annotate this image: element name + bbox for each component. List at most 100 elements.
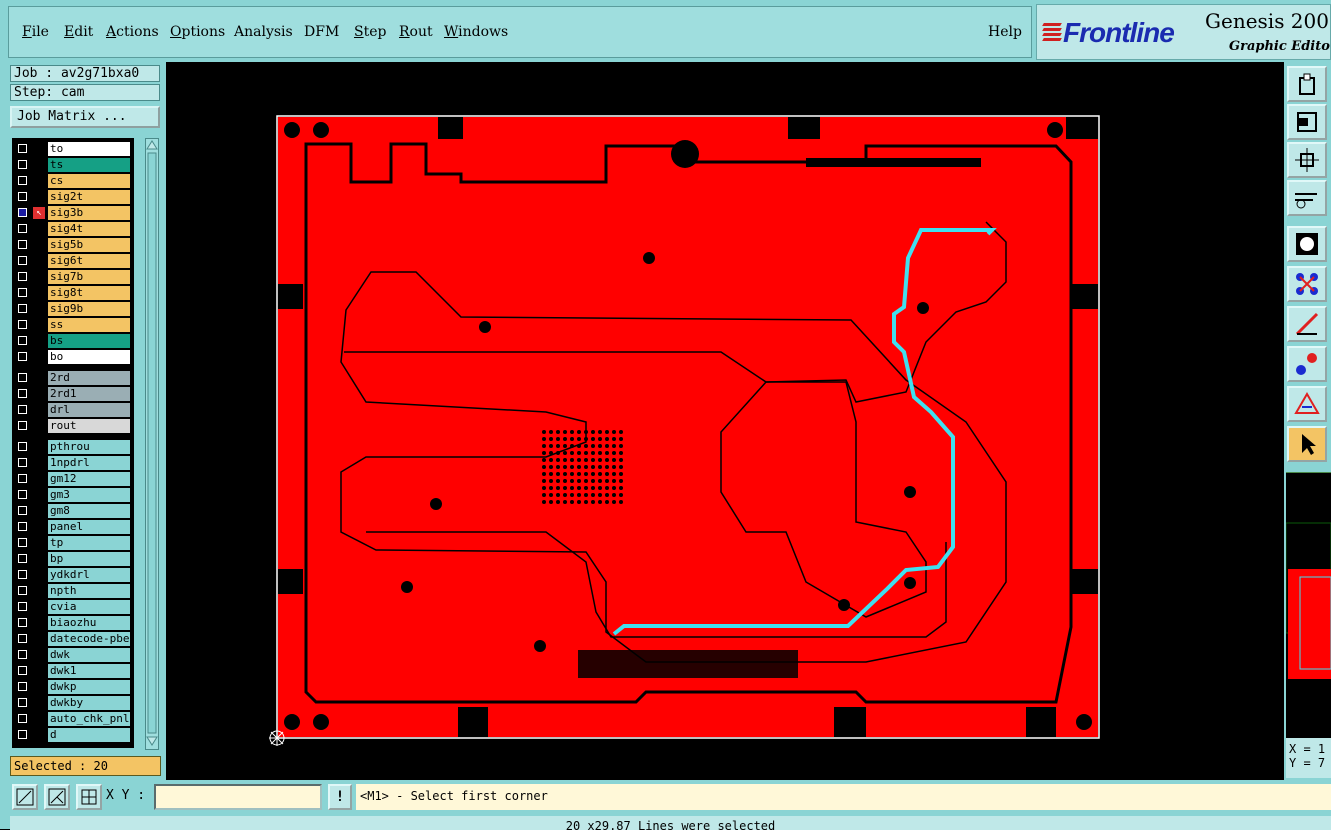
layer-checkbox[interactable] bbox=[18, 586, 27, 595]
layer-name[interactable]: sig3b bbox=[48, 206, 130, 220]
layer-name[interactable]: panel bbox=[48, 520, 130, 534]
layer-row[interactable]: ydkdrl bbox=[12, 568, 134, 583]
layer-checkbox[interactable] bbox=[18, 288, 27, 297]
menu-dfm[interactable]: DFM bbox=[304, 24, 339, 40]
layer-row[interactable]: bp bbox=[12, 552, 134, 567]
layer-row[interactable]: tp bbox=[12, 536, 134, 551]
layer-checkbox[interactable] bbox=[18, 256, 27, 265]
layer-row[interactable]: rout bbox=[12, 419, 134, 434]
layer-name[interactable]: auto_chk_pnl bbox=[48, 712, 130, 726]
layer-row[interactable]: biaozhu bbox=[12, 616, 134, 631]
layer-name[interactable]: 2rd bbox=[48, 371, 130, 385]
tool-grid-icon[interactable] bbox=[76, 784, 102, 810]
menu-step[interactable]: Step bbox=[354, 24, 386, 40]
layer-checkbox[interactable] bbox=[18, 730, 27, 739]
layer-row[interactable]: sig7b bbox=[12, 270, 134, 285]
layer-checkbox[interactable] bbox=[18, 714, 27, 723]
layer-name[interactable]: sig8t bbox=[48, 286, 130, 300]
tool-fit-icon[interactable] bbox=[1287, 142, 1327, 178]
layer-name[interactable]: dwk bbox=[48, 648, 130, 662]
layer-name[interactable]: sig2t bbox=[48, 190, 130, 204]
layer-checkbox[interactable] bbox=[18, 506, 27, 515]
layer-checkbox[interactable] bbox=[18, 373, 27, 382]
layer-name[interactable]: ydkdrl bbox=[48, 568, 130, 582]
layer-checkbox[interactable] bbox=[18, 570, 27, 579]
layer-row[interactable]: sig2t bbox=[12, 190, 134, 205]
layer-checkbox[interactable] bbox=[18, 490, 27, 499]
layer-list-scrollbar[interactable] bbox=[145, 138, 159, 750]
layer-row[interactable]: sig8t bbox=[12, 286, 134, 301]
layer-name[interactable]: cs bbox=[48, 174, 130, 188]
tool-triangle-icon[interactable] bbox=[1287, 386, 1327, 422]
layer-row[interactable]: cs bbox=[12, 174, 134, 189]
tool-paste-icon[interactable] bbox=[1287, 66, 1327, 102]
tool-select-pointer-icon[interactable] bbox=[1287, 426, 1327, 462]
minimap[interactable] bbox=[1285, 472, 1331, 738]
layer-row[interactable]: bs bbox=[12, 334, 134, 349]
layer-name[interactable]: dwkby bbox=[48, 696, 130, 710]
layer-name[interactable]: rout bbox=[48, 419, 130, 433]
menu-file[interactable]: File bbox=[22, 24, 49, 40]
layer-checkbox[interactable] bbox=[18, 192, 27, 201]
layer-name[interactable]: cvia bbox=[48, 600, 130, 614]
layer-row[interactable]: to bbox=[12, 142, 134, 157]
layer-name[interactable]: gm12 bbox=[48, 472, 130, 486]
layer-row[interactable]: gm8 bbox=[12, 504, 134, 519]
layer-row[interactable]: sig6t bbox=[12, 254, 134, 269]
layer-row[interactable]: dwkp bbox=[12, 680, 134, 695]
xy-input[interactable] bbox=[154, 784, 322, 810]
layer-checkbox[interactable] bbox=[18, 144, 27, 153]
layer-row[interactable]: cvia bbox=[12, 600, 134, 615]
layer-name[interactable]: gm8 bbox=[48, 504, 130, 518]
layer-name[interactable]: drl bbox=[48, 403, 130, 417]
layer-checkbox[interactable] bbox=[18, 389, 27, 398]
layer-checkbox[interactable] bbox=[18, 618, 27, 627]
menu-windows[interactable]: Windows bbox=[444, 24, 508, 40]
layer-name[interactable]: datecode-pbe bbox=[48, 632, 130, 646]
layer-checkbox[interactable] bbox=[18, 442, 27, 451]
layer-name[interactable]: sig7b bbox=[48, 270, 130, 284]
layer-name[interactable]: tp bbox=[48, 536, 130, 550]
layer-name[interactable]: npth bbox=[48, 584, 130, 598]
tool-measure-icon[interactable] bbox=[1287, 180, 1327, 216]
tool-net-icon[interactable] bbox=[1287, 266, 1327, 302]
layer-row[interactable]: sig4t bbox=[12, 222, 134, 237]
layer-name[interactable]: to bbox=[48, 142, 130, 156]
layer-checkbox[interactable] bbox=[18, 272, 27, 281]
layer-name[interactable]: ts bbox=[48, 158, 130, 172]
layer-name[interactable]: bo bbox=[48, 350, 130, 364]
layer-name[interactable]: 1npdrl bbox=[48, 456, 130, 470]
layer-name[interactable]: bs bbox=[48, 334, 130, 348]
layer-row[interactable]: ts bbox=[12, 158, 134, 173]
tool-line-icon[interactable] bbox=[1287, 306, 1327, 342]
tool-zoom-out-icon[interactable] bbox=[44, 784, 70, 810]
menu-analysis[interactable]: Analysis bbox=[234, 24, 293, 40]
layer-name[interactable]: sig9b bbox=[48, 302, 130, 316]
layer-row[interactable]: 1npdrl bbox=[12, 456, 134, 471]
layer-checkbox[interactable] bbox=[18, 208, 27, 217]
layer-name[interactable]: dwk1 bbox=[48, 664, 130, 678]
layer-name[interactable]: sig6t bbox=[48, 254, 130, 268]
layer-checkbox[interactable] bbox=[18, 176, 27, 185]
layer-row[interactable]: auto_chk_pnl bbox=[12, 712, 134, 727]
layer-checkbox[interactable] bbox=[18, 602, 27, 611]
layer-row[interactable]: panel bbox=[12, 520, 134, 535]
exclamation-button[interactable]: ! bbox=[328, 784, 352, 810]
layer-row[interactable]: sig5b bbox=[12, 238, 134, 253]
tool-zoom-home-icon[interactable] bbox=[1287, 104, 1327, 140]
tool-snap-icon[interactable] bbox=[1287, 226, 1327, 262]
layer-row[interactable]: bo bbox=[12, 350, 134, 365]
layer-row[interactable]: sig9b bbox=[12, 302, 134, 317]
layer-name[interactable]: gm3 bbox=[48, 488, 130, 502]
layer-name[interactable]: sig5b bbox=[48, 238, 130, 252]
layer-name[interactable]: pthrou bbox=[48, 440, 130, 454]
layer-checkbox[interactable] bbox=[18, 554, 27, 563]
layer-name[interactable]: d bbox=[48, 728, 130, 742]
layer-checkbox[interactable] bbox=[18, 405, 27, 414]
layer-name[interactable]: 2rd1 bbox=[48, 387, 130, 401]
layer-row[interactable]: ↖ sig3b bbox=[12, 206, 134, 221]
layer-checkbox[interactable] bbox=[18, 634, 27, 643]
layer-checkbox[interactable] bbox=[18, 160, 27, 169]
layer-row[interactable]: d bbox=[12, 728, 134, 743]
layer-row[interactable]: ss bbox=[12, 318, 134, 333]
